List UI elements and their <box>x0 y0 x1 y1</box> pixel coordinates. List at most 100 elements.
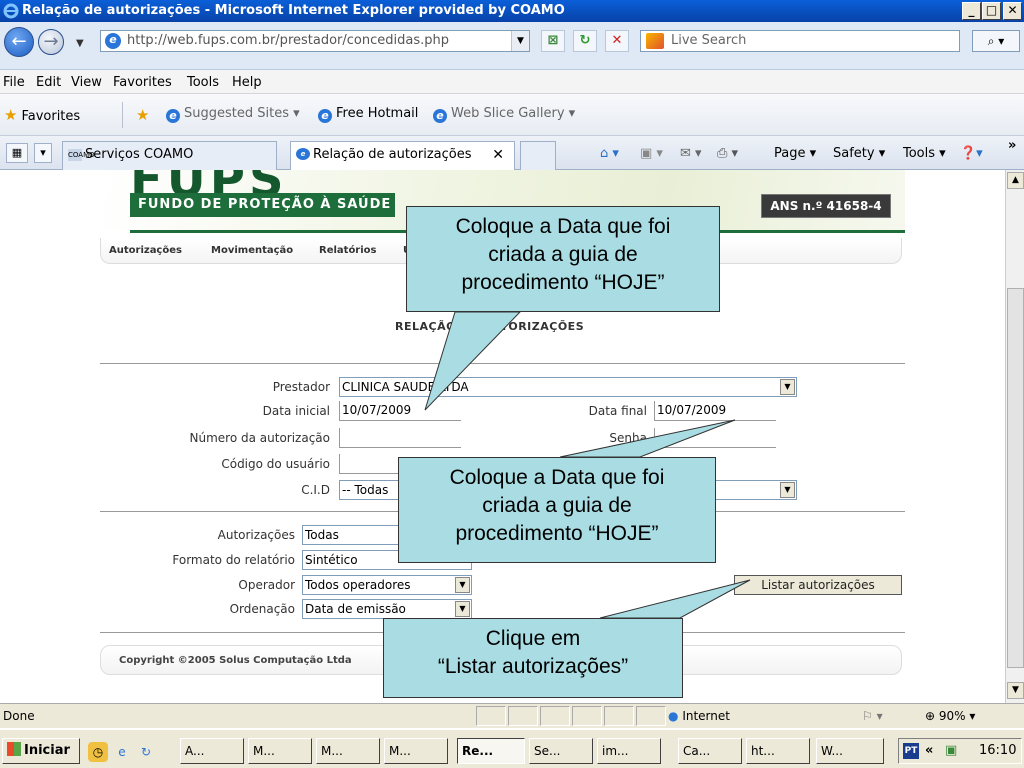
suggested-sites-label: Suggested Sites ▾ <box>184 106 300 121</box>
codigo-usuario-label: Código do usuário <box>221 457 330 471</box>
taskbar-task[interactable]: W... <box>816 738 884 764</box>
forward-button[interactable]: → <box>38 29 64 55</box>
new-tab-button[interactable] <box>520 141 556 170</box>
minimize-button[interactable]: _ <box>962 2 981 20</box>
web-slice-gallery-link[interactable]: e Web Slice Gallery ▾ <box>433 106 575 123</box>
help-icon[interactable]: ❓▾ <box>960 146 983 161</box>
taskbar-task-active[interactable]: Re... <box>457 738 525 764</box>
favorites-bar: ★ Favorites ★ e Suggested Sites ▾ e Free Ho… <box>0 94 1024 136</box>
taskbar-task[interactable]: Ca... <box>678 738 742 764</box>
stop-icon[interactable]: ✕ <box>605 30 629 52</box>
free-hotmail-link[interactable]: e Free Hotmail <box>318 106 418 123</box>
data-final-label: Data final <box>588 404 647 418</box>
chevron-more-icon[interactable]: » <box>1008 138 1016 153</box>
prestador-label: Prestador <box>272 380 330 394</box>
search-input[interactable]: Live Search <box>640 30 960 52</box>
ordenacao-select[interactable]: Data de emissão ▼ <box>302 599 472 619</box>
taskbar-task[interactable]: im... <box>597 738 661 764</box>
separator <box>122 102 123 128</box>
compatibility-icon[interactable]: ⊠ <box>541 30 565 52</box>
data-final-input[interactable]: 10/07/2009 <box>654 401 776 421</box>
data-inicial-input[interactable]: 10/07/2009 <box>339 401 461 421</box>
ie-icon: e <box>166 109 180 123</box>
menu-favorites[interactable]: Favorites <box>113 75 172 90</box>
listar-autorizacoes-button[interactable]: Listar autorizações <box>734 575 902 595</box>
tab-relacao-autorizacoes[interactable]: e Relação de autorizações ✕ <box>290 141 515 170</box>
favorites-button[interactable]: ★ Favorites <box>4 106 80 124</box>
status-cell <box>476 706 506 726</box>
callout-listar-line2: “Listar autorizações” <box>437 655 629 678</box>
close-tab-icon[interactable]: ✕ <box>492 142 504 168</box>
tools-menu[interactable]: Tools ▾ <box>903 146 946 161</box>
address-input[interactable]: e http://web.fups.com.br/prestador/conce… <box>100 30 530 52</box>
prestador-value: CLINICA SAUDE LTDA <box>342 380 469 394</box>
taskbar-task[interactable]: M... <box>248 738 312 764</box>
vertical-scrollbar[interactable]: ▲ ▼ <box>1005 170 1024 703</box>
quicklaunch-refresh-icon[interactable]: ↻ <box>136 742 156 762</box>
nav-relatorios[interactable]: Relatórios <box>319 245 377 256</box>
ie-icon: e <box>296 148 310 160</box>
quicklaunch-ie-icon[interactable]: e <box>112 742 132 762</box>
clock: 16:10 <box>979 743 1017 758</box>
history-dropdown-icon[interactable]: ▼ <box>76 38 84 49</box>
taskbar-task[interactable]: ht... <box>746 738 810 764</box>
status-bar: Done ● Internet ⚐ ▾ ⊕ 90% ▾ <box>0 703 1024 728</box>
status-cell <box>572 706 602 726</box>
banner-tagline: FUNDO DE PROTEÇÃO À SAÚDE <box>130 193 395 217</box>
print-icon[interactable]: ⎙ ▾ <box>717 146 738 161</box>
ordenacao-value: Data de emissão <box>305 602 406 616</box>
menu-tools[interactable]: Tools <box>187 75 219 90</box>
address-dropdown-icon[interactable]: ▼ <box>511 31 529 51</box>
quicklaunch-clock-icon[interactable]: ◷ <box>88 742 108 762</box>
senha-input[interactable] <box>654 428 776 448</box>
home-icon[interactable]: ⌂ ▾ <box>600 146 619 161</box>
status-cell <box>636 706 666 726</box>
back-button[interactable]: ← <box>4 27 34 57</box>
menu-help[interactable]: Help <box>232 75 262 90</box>
tab-servicos-coamo[interactable]: COAMO Serviços COAMO <box>62 141 277 170</box>
start-button[interactable]: Iniciar <box>2 738 80 764</box>
status-cell <box>540 706 570 726</box>
safety-menu[interactable]: Safety ▾ <box>833 146 885 161</box>
menu-edit[interactable]: Edit <box>36 75 61 90</box>
network-icon[interactable]: ▣ <box>945 739 957 763</box>
divider <box>100 363 905 364</box>
feeds-icon[interactable]: ▣ ▾ <box>640 146 663 161</box>
report-title: RELAÇÃO DE AUTORIZAÇÕES <box>395 320 585 333</box>
tray-expand-icon[interactable]: « <box>925 739 933 763</box>
mail-icon[interactable]: ✉ ▾ <box>680 146 702 161</box>
suggested-sites-link[interactable]: e Suggested Sites ▾ <box>166 106 300 123</box>
autorizacoes-label: Autorizações <box>217 528 295 542</box>
scroll-thumb[interactable] <box>1007 288 1024 668</box>
refresh-icon[interactable]: ↻ <box>573 30 597 52</box>
callout-listar: Clique em “Listar autorizações” <box>383 618 683 698</box>
scroll-down-icon[interactable]: ▼ <box>1007 682 1024 699</box>
taskbar-task[interactable]: Se... <box>529 738 593 764</box>
nav-movimentacao[interactable]: Movimentação <box>211 245 293 256</box>
search-button[interactable]: ⌕ ▾ <box>972 30 1020 52</box>
numero-autorizacao-label: Número da autorização <box>189 431 330 445</box>
language-indicator[interactable]: PT <box>903 743 919 759</box>
numero-autorizacao-input[interactable] <box>339 428 461 448</box>
tab-list-dropdown-icon[interactable]: ▾ <box>34 143 52 163</box>
maximize-button[interactable]: □ <box>982 2 1001 20</box>
quick-tabs-icon[interactable]: ▦ <box>6 143 28 163</box>
taskbar-task[interactable]: M... <box>316 738 380 764</box>
add-favorites-button[interactable]: ★ <box>136 106 153 124</box>
protected-mode-icon[interactable]: ⚐ ▾ <box>862 709 883 723</box>
ordenacao-label: Ordenação <box>229 602 295 616</box>
page-menu[interactable]: Page ▾ <box>774 146 816 161</box>
tab-label: Relação de autorizações <box>313 147 472 162</box>
taskbar-task[interactable]: M... <box>384 738 448 764</box>
operador-select[interactable]: Todos operadores ▼ <box>302 575 472 595</box>
close-window-button[interactable]: ✕ <box>1003 2 1022 20</box>
zoom-control[interactable]: ⊕ 90% ▾ <box>925 709 975 723</box>
prestador-select[interactable]: CLINICA SAUDE LTDA ▼ <box>339 377 797 397</box>
taskbar-task[interactable]: A... <box>180 738 244 764</box>
page-icon: e <box>105 33 121 49</box>
nav-autorizacoes[interactable]: Autorizações <box>109 245 182 256</box>
menu-view[interactable]: View <box>71 75 102 90</box>
menu-file[interactable]: File <box>3 75 25 90</box>
scroll-up-icon[interactable]: ▲ <box>1007 172 1024 189</box>
cid-value: -- Todas <box>342 483 389 497</box>
